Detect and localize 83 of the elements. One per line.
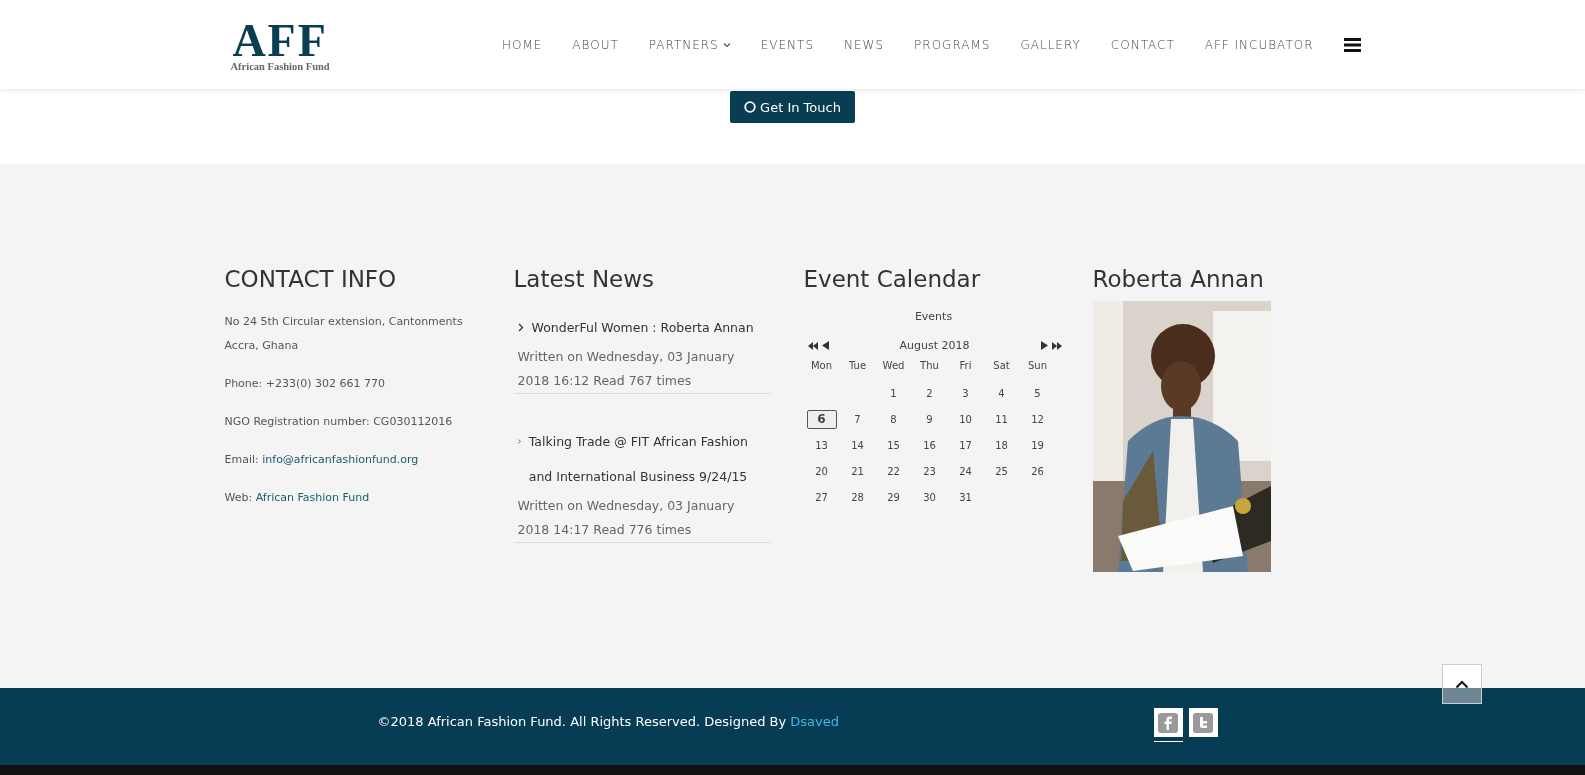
back-to-top-button[interactable] bbox=[1442, 664, 1482, 704]
weekday-label: Tue bbox=[847, 360, 868, 373]
weekday-label: Mon bbox=[809, 360, 834, 373]
info-link[interactable]: African Fashion Fund bbox=[255, 491, 370, 504]
calendar-day[interactable]: 18 bbox=[994, 439, 1009, 451]
nav-link[interactable]: HOME bbox=[501, 37, 543, 52]
news-title-link[interactable]: WonderFul Women : Roberta Annan bbox=[531, 310, 754, 345]
active-underline bbox=[1153, 741, 1183, 742]
nav-link[interactable]: GALLERY bbox=[1020, 37, 1081, 52]
calendar-day[interactable]: 7 bbox=[850, 413, 865, 425]
bird-icon bbox=[1193, 712, 1213, 733]
contact-text: No 24 5th Circular extension, Cantonments Accra, Ghana bbox=[224, 314, 464, 354]
calendar-day[interactable]: 14 bbox=[850, 439, 865, 451]
chevron-up-icon bbox=[1455, 679, 1469, 689]
calendar-day[interactable]: 8 bbox=[886, 413, 901, 425]
chevron-right-icon bbox=[517, 323, 524, 332]
nav-link[interactable]: PARTNERS bbox=[648, 37, 731, 52]
calendar-day[interactable]: 9 bbox=[922, 413, 937, 425]
section-heading: Roberta Annan bbox=[1092, 266, 1265, 292]
copyright-text: ©2018 African Fashion Fund. All Rights Reserved. Designed By bbox=[377, 714, 787, 729]
calendar-day[interactable]: 31 bbox=[958, 491, 973, 503]
logo[interactable]: AFF African Fashion Fund bbox=[230, 17, 330, 72]
section-heading: CONTACT INFO bbox=[224, 266, 398, 292]
calendar-day[interactable]: 20 bbox=[814, 465, 829, 477]
contact-text: NGO Registration number: CG030112016 bbox=[224, 414, 454, 430]
calendar-day[interactable]: 3 bbox=[958, 387, 973, 399]
calendar-day[interactable]: 15 bbox=[886, 439, 901, 451]
calendar-day[interactable]: 6 bbox=[806, 409, 837, 429]
calendar-day[interactable]: 22 bbox=[886, 465, 901, 477]
section-heading: Latest News bbox=[513, 266, 656, 292]
first-page-icon[interactable] bbox=[807, 341, 818, 350]
calendar-day[interactable]: 5 bbox=[1030, 387, 1045, 399]
last-page-icon[interactable] bbox=[1051, 341, 1062, 350]
section-heading: Event Calendar bbox=[803, 266, 982, 292]
weekday-label: Fri bbox=[958, 360, 973, 373]
calendar-day[interactable]: 25 bbox=[994, 465, 1009, 477]
news-meta: Written on Wednesday, 03 January 2018 16:12 Read 767 times bbox=[517, 348, 736, 390]
weekday-label: Wed bbox=[881, 360, 906, 373]
circle-icon bbox=[744, 101, 757, 113]
nav-link[interactable]: ABOUT bbox=[572, 37, 619, 52]
calendar-day[interactable]: 16 bbox=[922, 439, 937, 451]
chevron-right-icon bbox=[517, 437, 521, 446]
next-icon[interactable] bbox=[1040, 341, 1048, 350]
calendar-month: August 2018 bbox=[899, 339, 970, 352]
contact-label: Email: bbox=[224, 453, 259, 466]
calendar-day[interactable]: 1 bbox=[886, 387, 901, 399]
calendar-day[interactable]: 19 bbox=[1030, 439, 1045, 451]
previous-icon[interactable] bbox=[821, 341, 829, 350]
calendar-day[interactable]: 13 bbox=[814, 439, 829, 451]
facebook-icon bbox=[1158, 712, 1178, 733]
weekday-label: Thu bbox=[919, 360, 940, 373]
news-title-link[interactable]: Talking Trade @ FIT African Fashion and International Business 9/24/15 bbox=[528, 424, 770, 494]
news-meta: Written on Wednesday, 03 January 2018 14:17 Read 776 times bbox=[517, 497, 736, 539]
contact-text: Phone: +233(0) 302 661 770 bbox=[224, 376, 387, 392]
calendar-day[interactable]: 28 bbox=[850, 491, 865, 503]
calendar-day[interactable]: 17 bbox=[958, 439, 973, 451]
calendar-day[interactable]: 24 bbox=[958, 465, 973, 477]
social-button[interactable] bbox=[1153, 708, 1183, 737]
contact-label: Web: bbox=[224, 491, 253, 504]
nav-link[interactable]: PROGRAMS bbox=[914, 37, 991, 52]
calendar-day[interactable]: 10 bbox=[958, 413, 973, 425]
info-link[interactable]: info@africanfashionfund.org bbox=[262, 453, 419, 466]
calendar-day[interactable]: 12 bbox=[1030, 413, 1045, 425]
designer-link[interactable]: Dsaved bbox=[790, 714, 839, 729]
calendar-day[interactable]: 29 bbox=[886, 491, 901, 503]
social-button[interactable] bbox=[1188, 708, 1218, 737]
nav-link[interactable]: EVENTS bbox=[760, 37, 815, 52]
weekday-label: Sat bbox=[992, 360, 1011, 373]
nav-link[interactable]: CONTACT bbox=[1110, 37, 1175, 52]
calendar-day[interactable]: 2 bbox=[922, 387, 937, 399]
calendar-day[interactable]: 26 bbox=[1030, 465, 1045, 477]
calendar-day[interactable]: 27 bbox=[814, 491, 829, 503]
calendar-day[interactable]: 21 bbox=[850, 465, 865, 477]
calendar-day[interactable]: 11 bbox=[994, 413, 1009, 425]
calendar-day[interactable]: 30 bbox=[922, 491, 937, 503]
nav-link[interactable]: AFF INCUBATOR bbox=[1204, 37, 1314, 52]
calendar-caption: Events bbox=[913, 310, 954, 323]
get-in-touch-button[interactable]: Get In Touch bbox=[730, 91, 855, 123]
weekday-label: Sun bbox=[1027, 360, 1048, 373]
calendar-day[interactable]: 23 bbox=[922, 465, 937, 477]
menu-icon[interactable] bbox=[1343, 37, 1361, 52]
calendar-day[interactable]: 4 bbox=[994, 387, 1009, 399]
nav-link[interactable]: NEWS bbox=[844, 37, 885, 52]
